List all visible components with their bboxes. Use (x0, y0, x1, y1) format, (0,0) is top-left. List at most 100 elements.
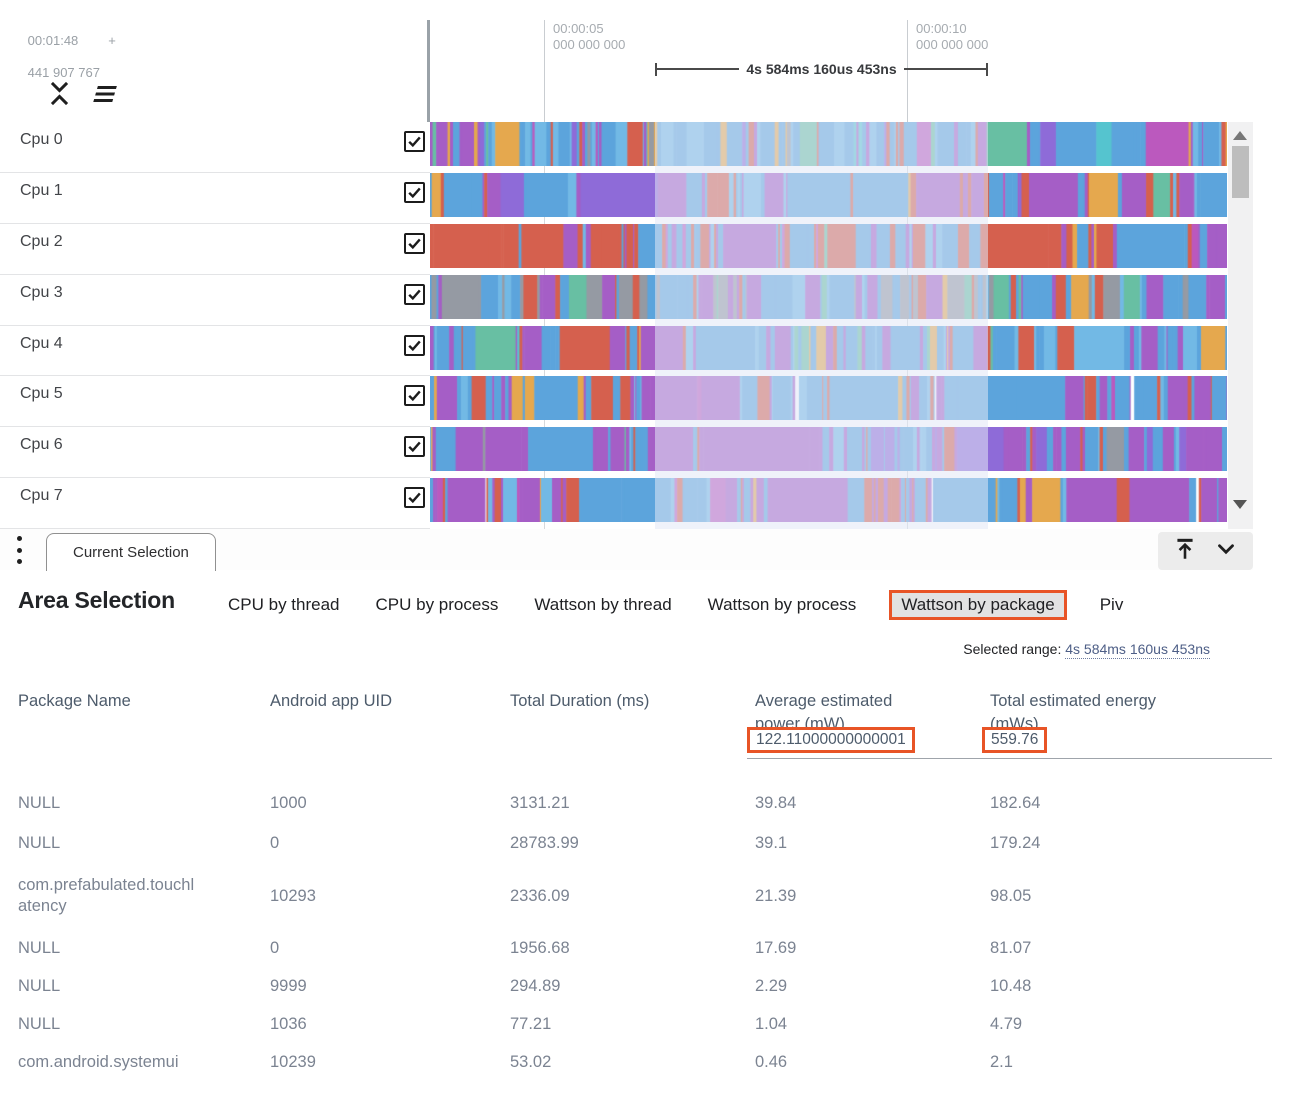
details-tab-strip: Current Selection (0, 529, 1253, 571)
table-cell: 2.1 (990, 1053, 1300, 1072)
tab-label: Current Selection (73, 544, 189, 561)
table-cell: 0.46 (755, 1053, 990, 1072)
timeline-tick-label: 00:00:10000 000 000 (916, 21, 988, 53)
expand-panel-icon[interactable] (1172, 536, 1198, 567)
table-cell: 28783.99 (510, 834, 755, 853)
cpu-track-row: Cpu 1 (0, 173, 1300, 224)
cpu-track-row: Cpu 0 (0, 122, 1300, 173)
range-end-tick (986, 63, 988, 76)
origin-time: 00:01:48 (28, 33, 79, 48)
table-cell: 0 (270, 939, 510, 958)
cpu-track-label[interactable]: Cpu 2 (20, 233, 63, 251)
cell-package-name: NULL (18, 833, 198, 854)
cpu-track-label[interactable]: Cpu 3 (20, 284, 63, 302)
agg-tab-wattson-by-thread[interactable]: Wattson by thread (534, 595, 671, 615)
cpu-track-checkbox[interactable] (404, 436, 425, 457)
table-cell: 10293 (270, 887, 510, 906)
column-header: Android app UID (270, 690, 510, 736)
scrollbar-thumb[interactable] (1232, 146, 1249, 198)
cpu-track-label[interactable]: Cpu 5 (20, 385, 63, 403)
table-cell: 1956.68 (510, 939, 755, 958)
table-cell: 2.29 (755, 977, 990, 996)
cpu-track-checkbox[interactable] (404, 487, 425, 508)
timeline-ruler: 00:01:48+ 441 907 767 (0, 0, 1300, 122)
table-cell: 77.21 (510, 1015, 755, 1034)
timeline-tick-label: 00:00:05000 000 000 (553, 21, 625, 53)
agg-tab-wattson-by-process[interactable]: Wattson by process (708, 595, 857, 615)
table-cell: 81.07 (990, 939, 1300, 958)
column-header: Package Name (18, 690, 270, 736)
cpu-track-label[interactable]: Cpu 4 (20, 335, 63, 353)
selected-range-value[interactable]: 4s 584ms 160us 453ns (1065, 641, 1210, 659)
range-bar-right (904, 68, 986, 70)
cpu-track-checkbox[interactable] (404, 182, 425, 203)
table-cell: 0 (270, 834, 510, 853)
scroll-down-icon[interactable] (1233, 500, 1247, 509)
panel-title: Area Selection (18, 587, 175, 614)
cpu-track-row: Cpu 4 (0, 326, 1300, 377)
cpu-track-row: Cpu 3 (0, 275, 1300, 326)
cpu-track-label[interactable]: Cpu 1 (20, 182, 63, 200)
panel-menu-icon[interactable] (16, 536, 22, 564)
cell-package-name: com.prefabulated.touchlatency (18, 875, 198, 917)
agg-tab-piv[interactable]: Piv (1100, 595, 1124, 615)
area-selection-overlay[interactable] (655, 122, 988, 529)
cpu-track-checkbox[interactable] (404, 233, 425, 254)
cpu-track-checkbox[interactable] (404, 385, 425, 406)
column-header: Total Duration (ms) (510, 690, 755, 736)
summary-avg-power: 122.11000000000001 (747, 727, 915, 753)
table-cell: 1036 (270, 1015, 510, 1034)
table-body: NULL10003131.2139.84182.64NULL028783.993… (18, 783, 1300, 1081)
table-cell: 182.64 (990, 794, 1300, 813)
cpu-track-label[interactable]: Cpu 6 (20, 436, 63, 454)
agg-tab-cpu-by-process[interactable]: CPU by process (376, 595, 499, 615)
summary-underline (747, 758, 1272, 759)
cpu-track-checkbox[interactable] (404, 284, 425, 305)
agg-tab-cpu-by-thread[interactable]: CPU by thread (228, 595, 340, 615)
table-cell: 39.84 (755, 794, 990, 813)
cell-package-name: com.android.systemui (18, 1052, 198, 1073)
collapse-panel-icon[interactable] (1213, 536, 1239, 567)
cpu-track-row: Cpu 6 (0, 427, 1300, 478)
cpu-track-row: Cpu 5 (0, 376, 1300, 427)
timeline-gridline (544, 20, 545, 122)
table-cell: 21.39 (755, 887, 990, 906)
table-cell: 179.24 (990, 834, 1300, 853)
table-cell: 98.05 (990, 887, 1300, 906)
agg-tab-wattson-by-package[interactable]: Wattson by package (889, 590, 1066, 620)
aggregation-tabs: CPU by thread CPU by process Wattson by th… (228, 595, 1123, 615)
track-panel-divider (427, 20, 430, 122)
area-selection-panel: Area Selection CPU by thread CPU by proce… (0, 570, 1300, 1104)
table-cell: 10239 (270, 1053, 510, 1072)
cpu-track-row: Cpu 2 (0, 224, 1300, 275)
table-header-row: Package NameAndroid app UIDTotal Duratio… (18, 690, 1300, 736)
summary-total-energy: 559.76 (982, 727, 1047, 753)
perfetto-trace-viewer: 00:01:48+ 441 907 767 (0, 0, 1300, 1104)
table-cell: 53.02 (510, 1053, 755, 1072)
cpu-track-checkbox[interactable] (404, 131, 425, 152)
scroll-up-icon[interactable] (1233, 131, 1247, 140)
table-cell: 3131.21 (510, 794, 755, 813)
table-cell: 2336.09 (510, 887, 755, 906)
flatten-tracks-icon[interactable] (87, 82, 119, 106)
selected-range: Selected range: 4s 584ms 160us 453ns (963, 641, 1210, 657)
tab-current-selection[interactable]: Current Selection (46, 533, 216, 571)
range-duration-label: 4s 584ms 160us 453ns (739, 61, 903, 77)
cpu-track-label[interactable]: Cpu 7 (20, 487, 63, 505)
table-cell: 294.89 (510, 977, 755, 996)
panel-controls (1158, 532, 1253, 570)
table-cell: 9999 (270, 977, 510, 996)
cell-package-name: NULL (18, 1014, 198, 1035)
origin-nanoseconds: 441 907 767 (28, 65, 100, 80)
table-cell: 17.69 (755, 939, 990, 958)
cpu-track-row: Cpu 7 (0, 478, 1300, 529)
table-cell: 1.04 (755, 1015, 990, 1034)
collapse-tracks-icon[interactable] (46, 80, 73, 107)
vertical-scrollbar[interactable] (1228, 122, 1253, 529)
cell-package-name: NULL (18, 976, 198, 997)
table-cell: 1000 (270, 794, 510, 813)
selected-range-marker[interactable]: 4s 584ms 160us 453ns (655, 61, 988, 77)
table-cell: 4.79 (990, 1015, 1300, 1034)
cpu-track-checkbox[interactable] (404, 335, 425, 356)
cpu-track-label[interactable]: Cpu 0 (20, 131, 63, 149)
